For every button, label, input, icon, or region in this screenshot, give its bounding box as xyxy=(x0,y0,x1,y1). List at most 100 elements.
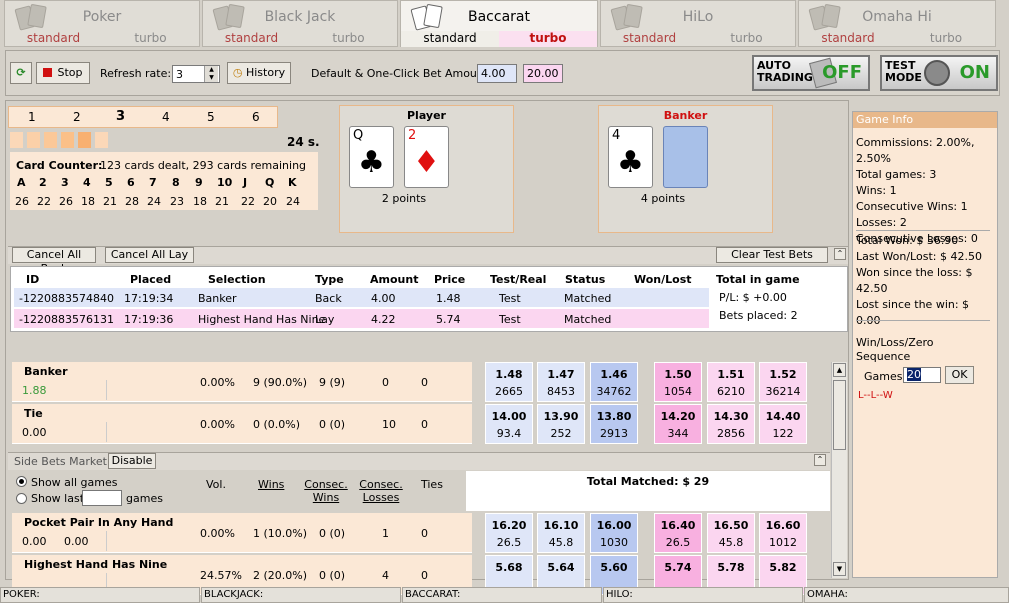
lay-price: 5.78 xyxy=(717,561,745,574)
auto-trading-label-1: AUTO xyxy=(757,59,791,72)
pct: 0.00% xyxy=(200,418,235,431)
rank-count: 26 xyxy=(15,195,29,208)
tab-baccarat[interactable]: Baccarat standard turbo xyxy=(400,0,598,47)
back-price-cell[interactable]: 1.47 8453 xyxy=(537,362,585,402)
selection-value: 0.00 xyxy=(22,426,47,439)
refresh-icon[interactable]: ⟳ xyxy=(10,62,32,84)
lay-volume: 1054 xyxy=(664,385,692,398)
round-3[interactable]: 3 xyxy=(116,109,125,124)
lay-price-cell[interactable]: 14.30 2856 xyxy=(707,404,755,444)
round-1[interactable]: 1 xyxy=(28,110,36,124)
losses: 0 xyxy=(382,376,389,389)
stop-button[interactable]: Stop xyxy=(36,62,90,84)
divider xyxy=(106,422,107,442)
round-5[interactable]: 5 xyxy=(207,110,215,124)
game-info-money: Total Won: $ 36.90 Last Won/Lost: $ 42.5… xyxy=(856,233,996,329)
tab-hilo-standard[interactable]: standard xyxy=(601,31,698,47)
tab-poker-standard[interactable]: standard xyxy=(5,31,102,47)
lay-bet-amount-input[interactable]: 20.00 xyxy=(523,64,563,83)
cancel-all-back-button[interactable]: Cancel All Back xyxy=(12,247,96,275)
back-price-cell[interactable]: 1.48 2665 xyxy=(485,362,533,402)
back-volume: 93.4 xyxy=(496,427,522,440)
last-games-input[interactable] xyxy=(82,490,122,506)
back-price: 1.46 xyxy=(600,368,628,381)
round-2[interactable]: 2 xyxy=(73,110,81,124)
selection-value: 1.88 xyxy=(22,384,47,397)
status-poker: POKER: xyxy=(0,587,200,603)
cancel-all-lay-button[interactable]: Cancel All Lay xyxy=(105,247,194,263)
scrollbar[interactable]: ▲ ▼ xyxy=(831,362,847,578)
back-price-cell[interactable]: 13.90 252 xyxy=(537,404,585,444)
diamond-icon: ♦ xyxy=(413,145,440,180)
lay-price: 1.52 xyxy=(769,368,797,381)
lay-price-cell[interactable]: 1.52 36214 xyxy=(759,362,807,402)
wins: 2 (20.0%) xyxy=(253,569,308,582)
auto-trading-toggle[interactable]: AUTO TRADING OFF xyxy=(752,55,870,91)
scroll-up-icon[interactable]: ▲ xyxy=(833,363,846,377)
lay-price: 16.60 xyxy=(765,519,801,532)
divider xyxy=(106,531,107,551)
bets-cell: 4.22 xyxy=(371,313,396,326)
radiation-icon xyxy=(924,60,950,86)
divider xyxy=(856,320,990,321)
history-button[interactable]: ◷ History xyxy=(227,62,291,84)
tab-hilo-turbo[interactable]: turbo xyxy=(698,31,795,47)
ok-button[interactable]: OK xyxy=(945,366,974,384)
lay-price-cell[interactable]: 16.40 26.5 xyxy=(654,513,702,553)
spinner-arrows-icon[interactable]: ▲ ▼ xyxy=(204,66,218,82)
tab-omaha[interactable]: Omaha Hi standard turbo xyxy=(798,0,996,47)
consec: 9 (9) xyxy=(319,376,346,389)
back-volume: 252 xyxy=(550,427,572,440)
disable-button[interactable]: Disable xyxy=(108,453,156,469)
back-bet-amount-input[interactable]: 4.00 xyxy=(477,64,517,83)
back-price-cell[interactable]: 16.00 1030 xyxy=(590,513,638,553)
back-price-cell[interactable]: 14.00 93.4 xyxy=(485,404,533,444)
back-price-cell[interactable]: 13.80 2913 xyxy=(590,404,638,444)
stop-icon xyxy=(43,68,53,77)
bets-cell: 4.00 xyxy=(371,292,396,305)
lay-price-cell[interactable]: 14.20 344 xyxy=(654,404,702,444)
losses: 4 xyxy=(382,569,389,582)
tab-baccarat-standard[interactable]: standard xyxy=(401,31,499,47)
back-price-cell[interactable]: 1.46 34762 xyxy=(590,362,638,402)
clear-test-bets-button[interactable]: Clear Test Bets xyxy=(716,247,828,263)
games-input[interactable]: 20 xyxy=(903,367,941,383)
rank-label: K xyxy=(288,176,297,189)
scroll-down-icon[interactable]: ▼ xyxy=(833,562,846,576)
tab-hilo[interactable]: HiLo standard turbo xyxy=(600,0,796,47)
show-all-label: Show all games xyxy=(31,476,118,489)
tab-baccarat-turbo[interactable]: turbo xyxy=(499,31,597,47)
col-consec-wins[interactable]: Consec. Wins xyxy=(303,478,349,504)
round-selector xyxy=(8,106,278,128)
tab-poker-turbo[interactable]: turbo xyxy=(102,31,199,47)
back-price-cell[interactable]: 16.10 45.8 xyxy=(537,513,585,553)
col-consec-losses[interactable]: Consec. Losses xyxy=(358,478,404,504)
show-all-radio[interactable] xyxy=(16,476,27,487)
tab-poker[interactable]: Poker standard turbo xyxy=(4,0,200,47)
lay-price-cell[interactable]: 16.50 45.8 xyxy=(707,513,755,553)
tab-omaha-standard[interactable]: standard xyxy=(799,31,897,47)
lay-price-cell[interactable]: 16.60 1012 xyxy=(759,513,807,553)
tab-blackjack[interactable]: Black Jack standard turbo xyxy=(202,0,398,47)
collapse-icon[interactable]: ⌃ xyxy=(834,248,846,260)
lay-price-cell[interactable]: 1.51 6210 xyxy=(707,362,755,402)
lay-price: 16.40 xyxy=(660,519,696,532)
round-6[interactable]: 6 xyxy=(252,110,260,124)
round-4[interactable]: 4 xyxy=(162,110,170,124)
lay-price-cell[interactable]: 1.50 1054 xyxy=(654,362,702,402)
show-last-radio[interactable] xyxy=(16,493,27,504)
scroll-thumb[interactable] xyxy=(833,380,846,450)
tab-omaha-turbo[interactable]: turbo xyxy=(897,31,995,47)
test-mode-toggle[interactable]: TEST MODE ON xyxy=(880,55,998,91)
market-row xyxy=(12,404,472,444)
last-won-lost: Last Won/Lost: $ 42.50 xyxy=(856,250,982,263)
back-volume: 34762 xyxy=(596,385,632,398)
back-price-cell[interactable]: 16.20 26.5 xyxy=(485,513,533,553)
lay-price-cell[interactable]: 14.40 122 xyxy=(759,404,807,444)
collapse-icon[interactable]: ⌃ xyxy=(814,454,826,466)
commissions: Commissions: 2.00%, 2.50% xyxy=(856,136,975,165)
tab-blackjack-standard[interactable]: standard xyxy=(203,31,300,47)
col-wins[interactable]: Wins xyxy=(258,478,284,491)
tab-blackjack-turbo[interactable]: turbo xyxy=(300,31,397,47)
card-rank: 2 xyxy=(408,128,417,143)
